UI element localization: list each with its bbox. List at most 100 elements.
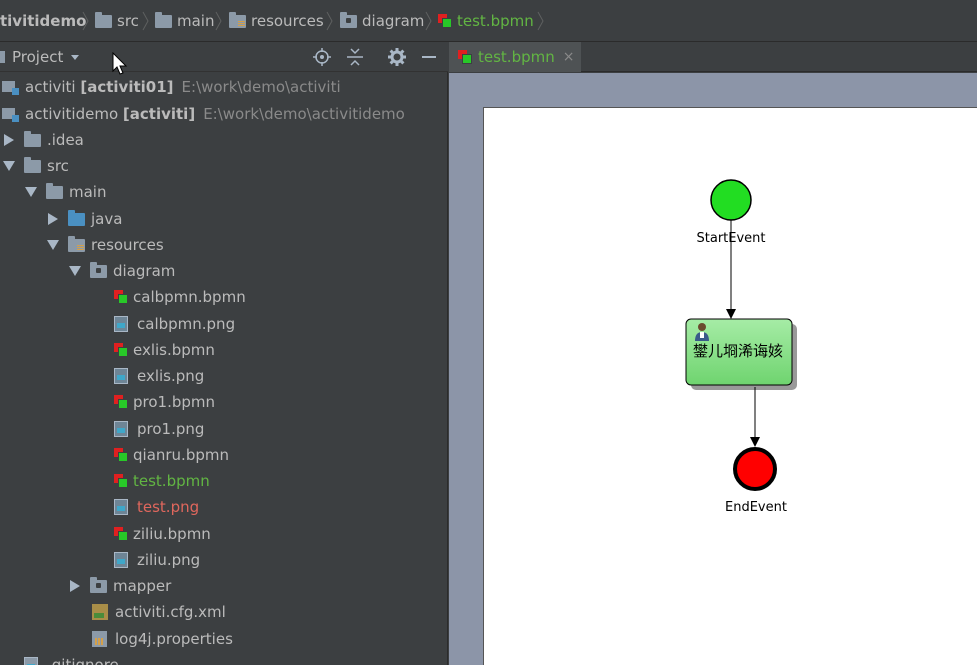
bpmn-file-icon: [114, 343, 128, 357]
module-icon: [2, 80, 19, 95]
breadcrumb-separator-icon: [142, 11, 149, 31]
tree-item-pro1-png[interactable]: pro1.png: [114, 416, 204, 442]
tree-item-path: E:\work\demo\activitidemo: [203, 105, 405, 123]
tree-item-exlis-png[interactable]: exlis.png: [114, 363, 204, 389]
tree-item-label: mapper: [113, 577, 172, 595]
bpmn-diagram: StartEvent 鐢儿埛浠诲姟 EndEvent: [685, 179, 797, 515]
tree-item-label: .idea: [47, 131, 84, 149]
tree-item-mapper[interactable]: mapper: [68, 573, 171, 599]
breadcrumb-separator-icon: [425, 11, 432, 31]
bpmn-file-icon: [114, 474, 128, 488]
tree-item-qianru-bpmn[interactable]: qianru.bpmn: [114, 442, 229, 468]
tree-item-activitidemo[interactable]: activitidemo [activiti] E:\work\demo\act…: [2, 101, 405, 127]
breadcrumb-diagram-label: diagram: [362, 12, 425, 30]
tree-item-path: E:\work\demo\activiti: [181, 78, 341, 96]
gear-icon[interactable]: [387, 47, 407, 67]
resources-folder-icon: [68, 235, 85, 252]
locate-icon[interactable]: [312, 47, 332, 67]
module-icon: [2, 107, 19, 122]
tree-item-test-bpmn[interactable]: test.bpmn: [114, 468, 210, 494]
source-folder-icon: [68, 209, 85, 226]
tree-item-label: activiti: [25, 78, 76, 96]
tree-item-label: log4j.properties: [115, 630, 233, 648]
tree-item-label: exlis.bpmn: [133, 341, 215, 359]
image-file-icon: [114, 421, 128, 437]
start-event[interactable]: [710, 179, 752, 221]
text-file-icon: [24, 657, 38, 665]
tree-item-resources[interactable]: resources: [46, 232, 164, 258]
tree-item-module-tag: [activiti]: [122, 105, 196, 123]
image-file-icon: [114, 368, 128, 384]
package-folder-icon: [340, 11, 357, 28]
breadcrumb-project[interactable]: tivitidemo: [0, 0, 86, 42]
breadcrumb-test-bpmn[interactable]: test.bpmn: [438, 0, 534, 42]
folder-icon: [46, 182, 63, 199]
minimize-icon[interactable]: [419, 47, 439, 67]
tab-test-bpmn[interactable]: test.bpmn ×: [449, 42, 581, 72]
breadcrumb-diagram[interactable]: diagram: [340, 0, 424, 42]
tree-item-main[interactable]: main: [24, 179, 106, 205]
tree-item-java[interactable]: java: [46, 206, 122, 232]
tree-item-exlis-bpmn[interactable]: exlis.bpmn: [114, 337, 215, 363]
tree-item-activiti-cfg-xml[interactable]: activiti.cfg.xml: [92, 599, 226, 625]
tree-item-src[interactable]: src: [2, 153, 69, 179]
dropdown-arrow-icon: [71, 54, 80, 60]
diagram-canvas[interactable]: StartEvent 鐢儿埛浠诲姟 EndEvent: [483, 107, 977, 665]
resources-folder-icon: [229, 11, 246, 28]
module-icon-wrap: [2, 80, 20, 95]
collapse-arrow-icon[interactable]: [24, 187, 38, 197]
project-panel-header: Project: [0, 42, 448, 72]
module-icon-wrap: [2, 107, 20, 122]
tree-item-calbpmn-bpmn[interactable]: calbpmn.bpmn: [114, 284, 246, 310]
breadcrumb-test-bpmn-label: test.bpmn: [457, 12, 534, 30]
tree-item-pro1-bpmn[interactable]: pro1.bpmn: [114, 389, 215, 415]
tree-item-label: resources: [91, 236, 164, 254]
tree-item-diagram[interactable]: diagram: [68, 258, 175, 284]
image-file-icon: [114, 316, 128, 332]
breadcrumb-separator-icon: [82, 11, 89, 31]
breadcrumb-separator-icon: [215, 11, 222, 31]
bpmn-file-icon: [114, 527, 128, 541]
breadcrumb-resources-label: resources: [251, 12, 324, 30]
tree-item-log4j-properties[interactable]: log4j.properties: [92, 626, 233, 652]
tree-item-ziliu-png[interactable]: ziliu.png: [114, 547, 200, 573]
tree-item-test-png[interactable]: test.png: [114, 494, 199, 520]
breadcrumb-separator-icon: [537, 11, 544, 31]
tree-item-ziliu-bpmn[interactable]: ziliu.bpmn: [114, 521, 211, 547]
breadcrumb-separator-icon: [326, 11, 333, 31]
tree-item-label: exlis.png: [137, 367, 205, 385]
tree-item-label: qianru.bpmn: [133, 446, 229, 464]
tree-item-calbpmn-png[interactable]: calbpmn.png: [114, 311, 235, 337]
tree-item-label: pro1.bpmn: [133, 393, 216, 411]
folder-icon: [95, 11, 112, 28]
package-folder-icon: [90, 576, 107, 593]
collapse-arrow-icon[interactable]: [2, 161, 16, 171]
tree-item-label: main: [69, 183, 107, 201]
breadcrumb-main[interactable]: main: [155, 0, 214, 42]
tree-item-activiti[interactable]: activiti [activiti01] E:\work\demo\activ…: [2, 74, 341, 100]
project-panel: Project activiti [activiti01] E:\work\de…: [0, 42, 448, 665]
folder-icon: [155, 11, 172, 28]
close-icon[interactable]: ×: [563, 49, 575, 65]
tree-item-label: src: [47, 157, 69, 175]
tree-item-label: test.png: [137, 498, 200, 516]
bpmn-file-icon: [458, 50, 472, 64]
collapse-all-icon[interactable]: [345, 47, 365, 67]
mouse-cursor-icon: [112, 52, 128, 75]
project-view-selector[interactable]: Project: [0, 42, 80, 72]
tree-item-idea[interactable]: .idea: [2, 127, 84, 153]
expand-arrow-icon[interactable]: [68, 580, 82, 592]
expand-arrow-icon[interactable]: [2, 134, 16, 146]
folder-icon: [24, 156, 41, 173]
end-event[interactable]: [733, 447, 777, 491]
expand-arrow-icon[interactable]: [46, 213, 60, 225]
breadcrumb-resources[interactable]: resources: [229, 0, 324, 42]
tree-item-gitignore[interactable]: .gitignore: [24, 652, 119, 665]
user-task-label: 鐢儿埛浠诲姟: [693, 342, 783, 360]
breadcrumb-src[interactable]: src: [95, 0, 139, 42]
tree-item-label: java: [91, 210, 123, 228]
collapse-arrow-icon[interactable]: [46, 240, 60, 250]
tree-item-label: activiti.cfg.xml: [115, 603, 226, 621]
collapse-arrow-icon[interactable]: [68, 266, 82, 276]
properties-file-icon: [92, 631, 107, 647]
